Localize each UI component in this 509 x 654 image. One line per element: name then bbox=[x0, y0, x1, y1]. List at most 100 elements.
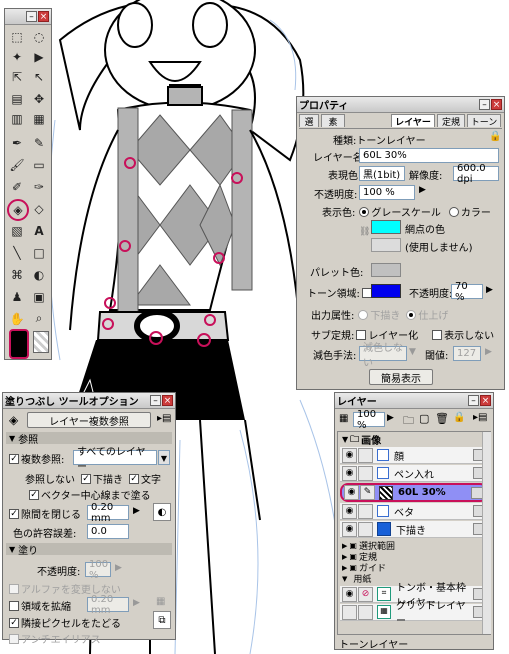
close-gap-field[interactable]: 0.20 mm bbox=[87, 502, 129, 524]
pencil-icon[interactable]: ✎ bbox=[29, 133, 49, 152]
gradient-tool-icon[interactable]: ▧ bbox=[7, 221, 27, 240]
opacity-arrow-icon[interactable]: ▶ bbox=[419, 185, 426, 195]
gradient-icon[interactable]: ▤ bbox=[7, 89, 27, 108]
vector-icon[interactable]: ⌘ bbox=[7, 265, 27, 284]
close-button[interactable]: × bbox=[162, 395, 173, 406]
close-gap-checkbox[interactable]: ✓ bbox=[9, 508, 19, 519]
hand-icon[interactable]: ✋ bbox=[7, 309, 27, 328]
new-layer-icon[interactable]: ▢ bbox=[419, 412, 429, 425]
gap-preview-icon[interactable]: ◐ bbox=[153, 503, 171, 521]
alpha-checkbox[interactable] bbox=[9, 583, 19, 594]
layer-row[interactable]: ◉ 下描き bbox=[340, 521, 488, 538]
expression-field[interactable]: 黒(1bit) bbox=[359, 166, 405, 181]
layer-zoom-field[interactable]: 100 % bbox=[353, 409, 385, 431]
eye-icon[interactable]: ◉ bbox=[342, 586, 357, 602]
layer-row-selected[interactable]: ◉ ✎ 60L 30% bbox=[340, 483, 488, 502]
tab-layer[interactable]: レイヤー bbox=[391, 114, 435, 128]
edit-icon[interactable] bbox=[358, 447, 373, 463]
grayscale-radio[interactable] bbox=[359, 206, 370, 217]
layer-scrollbar[interactable] bbox=[482, 432, 491, 634]
expand-field[interactable]: 0.20 mm bbox=[87, 594, 129, 616]
fill-opacity-field[interactable]: 100 % bbox=[85, 559, 111, 581]
layer-row[interactable]: ◉ 顔 bbox=[340, 447, 488, 464]
eye-icon[interactable]: ◉ bbox=[342, 503, 357, 519]
multi-ref-checkbox[interactable]: ✓ bbox=[9, 453, 19, 464]
eye-icon[interactable]: ◉ bbox=[342, 447, 357, 463]
airbrush-icon[interactable]: ✐ bbox=[7, 177, 27, 196]
opacity-field[interactable]: 100 % bbox=[359, 185, 415, 200]
resolution-field[interactable]: 600.0 dpi bbox=[453, 163, 499, 185]
eye-icon[interactable]: ◉ bbox=[344, 485, 359, 500]
edit-icon[interactable] bbox=[358, 604, 373, 620]
dot-color-swatch[interactable] bbox=[371, 220, 401, 234]
text-icon[interactable]: A bbox=[29, 221, 49, 240]
close-button[interactable]: × bbox=[491, 99, 502, 110]
threshold-field[interactable]: 127 bbox=[453, 346, 481, 361]
color-swatch-black[interactable] bbox=[9, 329, 29, 359]
color-swatch-transparent[interactable] bbox=[33, 331, 49, 353]
fill-bucket-icon[interactable]: ◈ bbox=[7, 199, 29, 221]
reduce-arrow-icon[interactable]: ▼ bbox=[409, 347, 416, 357]
tab-tone[interactable]: トーン bbox=[467, 114, 501, 128]
tone-opacity-field[interactable]: 70 % bbox=[451, 281, 483, 303]
simple-view-button[interactable]: 簡易表示 bbox=[369, 369, 433, 385]
magic-wand-icon[interactable]: ✦ bbox=[7, 47, 27, 66]
multi-ref-button[interactable]: レイヤー複数参照 bbox=[27, 412, 151, 428]
rect-icon[interactable]: □ bbox=[29, 243, 49, 262]
fill-opacity-arrow-icon[interactable]: ▶ bbox=[115, 563, 122, 573]
expand-preview-icon[interactable]: ▦ bbox=[156, 596, 165, 607]
lock-layer-icon[interactable]: 🔒 bbox=[453, 412, 465, 423]
folder-image[interactable]: ▼ 🗀 画像 bbox=[340, 434, 488, 447]
dropdown-arrow-icon[interactable]: ▼ bbox=[158, 450, 170, 465]
dropper-icon[interactable]: ✑ bbox=[29, 177, 49, 196]
stamp-icon[interactable]: ♟ bbox=[7, 287, 27, 306]
layer-titlebar[interactable]: レイヤー – × bbox=[335, 393, 493, 409]
edit-icon[interactable] bbox=[358, 521, 373, 537]
antialias-checkbox[interactable] bbox=[9, 633, 19, 644]
output-finish-radio[interactable] bbox=[406, 309, 417, 320]
close-button[interactable]: × bbox=[480, 395, 491, 406]
layer-name-field[interactable]: 60L 30% bbox=[359, 148, 499, 163]
close-button[interactable]: × bbox=[38, 11, 49, 22]
minimize-button[interactable]: – bbox=[479, 99, 490, 110]
brush-icon[interactable]: 🖌 bbox=[7, 155, 27, 174]
layer-menu-icon[interactable]: ▸▤ bbox=[473, 412, 487, 423]
no-edit-icon[interactable]: ⊘ bbox=[358, 586, 373, 602]
property-titlebar[interactable]: プロパティ – × bbox=[297, 97, 504, 113]
hide-checkbox[interactable] bbox=[432, 329, 443, 340]
pen-icon[interactable]: ✒ bbox=[7, 133, 27, 152]
tab-material[interactable]: 素 bbox=[321, 114, 345, 128]
eraser-icon[interactable]: ▭ bbox=[29, 155, 49, 174]
link-icon[interactable]: ⛓ bbox=[359, 227, 370, 237]
line-icon[interactable]: ╲ bbox=[7, 243, 27, 262]
expand-arrow-icon[interactable]: ▶ bbox=[133, 598, 140, 608]
ruler-icon[interactable]: ▥ bbox=[7, 109, 27, 128]
move-icon[interactable]: ▶ bbox=[29, 47, 49, 66]
expand-checkbox[interactable] bbox=[9, 600, 19, 611]
eye-icon[interactable]: ◉ bbox=[342, 465, 357, 481]
object-select-icon[interactable]: ⇱ bbox=[7, 67, 27, 86]
tab-ruler[interactable]: 定規 bbox=[437, 114, 465, 128]
minimize-button[interactable]: – bbox=[26, 11, 37, 22]
move-cross-icon[interactable]: ✥ bbox=[29, 89, 49, 108]
hand-move-icon[interactable]: ↖ bbox=[29, 67, 49, 86]
tolerance-field[interactable]: 0.0 bbox=[87, 524, 129, 539]
section-fill[interactable]: ▼ 塗り bbox=[6, 543, 172, 557]
adjacent-preview-icon[interactable]: ⧉ bbox=[153, 611, 171, 629]
paper-layer-row[interactable]: ▦ グリッドレイヤー bbox=[340, 601, 488, 627]
minimize-button[interactable]: – bbox=[150, 395, 161, 406]
grid-icon[interactable]: ▦ bbox=[29, 109, 49, 128]
new-folder-icon[interactable]: 🗀 bbox=[403, 412, 414, 431]
tab-select[interactable]: 選 bbox=[299, 114, 319, 128]
zoom-icon[interactable]: ⌕ bbox=[29, 309, 49, 328]
eye-icon[interactable]: ◉ bbox=[342, 521, 357, 537]
panel-menu-icon[interactable]: ▸▤ bbox=[157, 413, 171, 424]
layer-mode-icon[interactable]: ▦ bbox=[339, 413, 348, 424]
eye-icon[interactable] bbox=[342, 604, 357, 620]
output-draft-radio[interactable] bbox=[358, 309, 369, 320]
pattern-fill-icon[interactable]: ◇ bbox=[29, 199, 49, 218]
threshold-arrow-icon[interactable]: ▶ bbox=[485, 347, 492, 357]
adjacent-checkbox[interactable]: ✓ bbox=[9, 617, 19, 628]
vector-center-checkbox[interactable]: ✓ bbox=[29, 489, 39, 500]
palette-icon[interactable]: ▣ bbox=[29, 287, 49, 306]
